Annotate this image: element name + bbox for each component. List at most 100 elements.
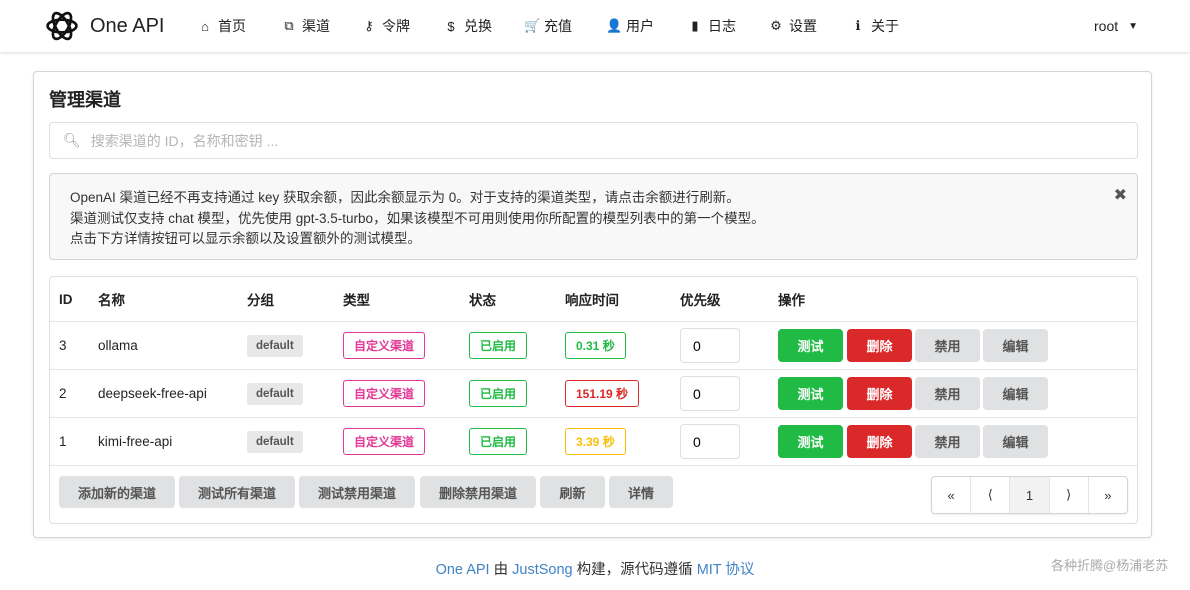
column-header: 名称: [98, 293, 125, 308]
nav-label: 日志: [708, 18, 736, 34]
nav-label: 令牌: [382, 18, 410, 34]
edit-button[interactable]: 编辑: [983, 329, 1048, 362]
dollar-icon: $: [447, 18, 455, 34]
table-row: 3 ollama default 自定义渠道 已启用 0.31 秒 测试 删除 …: [50, 321, 1137, 369]
caret-down-icon: ▼: [1128, 20, 1139, 32]
priority-input[interactable]: [680, 376, 740, 411]
edit-button[interactable]: 编辑: [983, 377, 1048, 410]
table-footer: 添加新的渠道 测试所有渠道 测试禁用渠道 删除禁用渠道 刷新 详情 «⟨ 1 ⟩»: [50, 465, 1137, 523]
response-time-badge[interactable]: 151.19 秒: [565, 380, 640, 407]
channel-id: 3: [59, 338, 67, 353]
column-header: 状态: [469, 293, 496, 308]
test-all-button[interactable]: 测试所有渠道: [179, 476, 295, 508]
search-box[interactable]: 🔍︎: [49, 122, 1138, 159]
table-row: 2 deepseek-free-api default 自定义渠道 已启用 15…: [50, 369, 1137, 417]
column-header: 分组: [247, 293, 274, 308]
prev-page-button[interactable]: ⟨: [971, 477, 1011, 513]
column-header: 操作: [778, 293, 805, 308]
delete-disabled-button[interactable]: 删除禁用渠道: [420, 476, 536, 508]
test-button[interactable]: 测试: [778, 377, 843, 410]
user-menu[interactable]: root ▼: [1094, 0, 1138, 52]
oneapi-link[interactable]: One API: [436, 562, 490, 578]
nav-item-5[interactable]: 👤 用户: [606, 0, 654, 52]
top-navbar: One API ⌂ 首页 ⧉ 渠道 ⚷ 令牌 $ 兑换 🛒 充值 👤 用户 ▮ 日志 ⚙ 设置 ℹ 关于 root…: [0, 0, 1190, 52]
message-line: 点击下方详情按钮可以显示余额以及设置额外的测试模型。: [70, 231, 421, 246]
group-badge: default: [247, 430, 303, 453]
nav-label: 用户: [626, 18, 654, 34]
group-badge: default: [247, 334, 303, 357]
channel-id: 1: [59, 434, 67, 449]
next-page-button[interactable]: ⟩: [1050, 477, 1089, 513]
column-header: 类型: [343, 293, 370, 308]
footer-text: 构建，源代码遵循: [572, 562, 697, 578]
first-page-button[interactable]: «: [932, 477, 972, 513]
pagination: «⟨ 1 ⟩»: [931, 476, 1128, 514]
nav-item-8[interactable]: ℹ 关于: [851, 0, 899, 52]
priority-input[interactable]: [680, 424, 740, 459]
type-badge: 自定义渠道: [343, 428, 426, 455]
cart-icon: 🛒: [524, 18, 541, 33]
last-page-button[interactable]: »: [1089, 477, 1127, 513]
message-line: OpenAI 渠道已经不再支持通过 key 获取余额，因此余额显示为 0。对于支…: [70, 190, 740, 205]
page-footer: One API 由 JustSong 构建，源代码遵循 MIT 协议: [0, 558, 1190, 579]
channel-id: 2: [59, 386, 67, 401]
book-icon: ▮: [691, 18, 699, 33]
footer-text: 由: [489, 562, 513, 578]
table-row: 1 kimi-free-api default 自定义渠道 已启用 3.39 秒…: [50, 417, 1137, 465]
channels-card: 管理渠道 🔍︎ OpenAI 渠道已经不再支持通过 key 获取余额，因此余额显…: [33, 71, 1152, 538]
channel-name: ollama: [98, 338, 138, 353]
info-message: OpenAI 渠道已经不再支持通过 key 获取余额，因此余额显示为 0。对于支…: [49, 173, 1138, 260]
gear-icon: ⚙: [770, 18, 782, 33]
nav-label: 设置: [789, 18, 817, 34]
edit-button[interactable]: 编辑: [983, 425, 1048, 458]
channels-table: ID 名称 分组 类型 状态 响应时间 优先级 操作 3 ollama default 自定义…: [49, 276, 1138, 524]
justsong-link[interactable]: JustSong: [512, 562, 572, 578]
delete-button[interactable]: 删除: [847, 377, 912, 410]
nav-item-7[interactable]: ⚙ 设置: [769, 0, 817, 52]
priority-input[interactable]: [680, 328, 740, 363]
channel-name: kimi-free-api: [98, 434, 173, 449]
mit-license-link[interactable]: MIT 协议: [697, 562, 755, 578]
nav-item-1[interactable]: ⧉ 渠道: [282, 0, 330, 52]
status-badge: 已启用: [469, 380, 528, 407]
table-header: ID 名称 分组 类型 状态 响应时间 优先级 操作: [50, 277, 1137, 321]
nav-item-3[interactable]: $ 兑换: [444, 0, 492, 52]
column-header: 优先级: [680, 293, 721, 308]
type-badge: 自定义渠道: [343, 332, 426, 359]
nav-label: 充值: [544, 18, 572, 34]
group-badge: default: [247, 382, 303, 405]
disable-button[interactable]: 禁用: [915, 425, 980, 458]
nav-item-4[interactable]: 🛒 充值: [524, 0, 572, 52]
disable-button[interactable]: 禁用: [915, 329, 980, 362]
username: root: [1094, 18, 1119, 34]
search-input[interactable]: [90, 132, 991, 149]
test-button[interactable]: 测试: [778, 425, 843, 458]
page-title: 管理渠道: [49, 90, 121, 110]
close-icon[interactable]: ✖: [1114, 186, 1127, 207]
home-icon: ⌂: [201, 18, 209, 34]
delete-button[interactable]: 删除: [847, 425, 912, 458]
nav-item-6[interactable]: ▮ 日志: [688, 0, 736, 52]
page-1-button[interactable]: 1: [1010, 477, 1050, 513]
brand-logo[interactable]: One API: [44, 8, 165, 44]
channel-name: deepseek-free-api: [98, 386, 207, 401]
refresh-button[interactable]: 刷新: [540, 476, 605, 508]
response-time-badge[interactable]: 3.39 秒: [565, 428, 626, 455]
test-disabled-button[interactable]: 测试禁用渠道: [299, 476, 415, 508]
nav-item-2[interactable]: ⚷ 令牌: [362, 0, 410, 52]
details-button[interactable]: 详情: [609, 476, 673, 508]
response-time-badge[interactable]: 0.31 秒: [565, 332, 626, 359]
add-channel-button[interactable]: 添加新的渠道: [59, 476, 175, 508]
nav-label: 兑换: [464, 18, 492, 34]
column-header: 响应时间: [565, 293, 619, 308]
type-badge: 自定义渠道: [343, 380, 426, 407]
test-button[interactable]: 测试: [778, 329, 843, 362]
sitemap-icon: ⧉: [284, 18, 294, 33]
nav-label: 首页: [218, 18, 246, 34]
nav-item-0[interactable]: ⌂ 首页: [198, 0, 246, 52]
info-icon: ℹ: [855, 18, 861, 33]
delete-button[interactable]: 删除: [847, 329, 912, 362]
nav-label: 关于: [871, 18, 899, 34]
disable-button[interactable]: 禁用: [915, 377, 980, 410]
message-line: 渠道测试仅支持 chat 模型，优先使用 gpt-3.5-turbo，如果该模型…: [70, 210, 765, 226]
